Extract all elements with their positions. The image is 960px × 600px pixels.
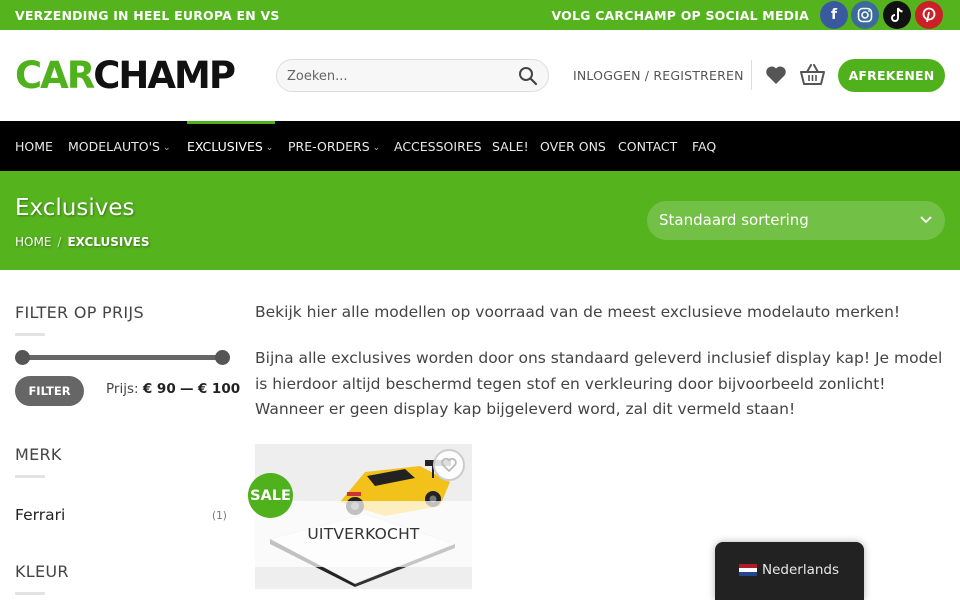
- checkout-button[interactable]: AFREKENEN: [838, 59, 945, 92]
- tiktok-icon[interactable]: [883, 1, 911, 29]
- price-range-label: Prijs: € 90 — € 100: [106, 381, 241, 397]
- sort-select-value: Standaard sortering: [659, 211, 809, 229]
- sort-select[interactable]: Standaard sortering: [647, 201, 945, 240]
- section-divider: [15, 475, 45, 478]
- site-header: CARCHAMP INLOGGEN / REGISTREREN AFREKENE…: [0, 30, 960, 121]
- nav-item-over-ons[interactable]: OVER ONS: [540, 139, 606, 154]
- shipping-notice: VERZENDING IN HEEL EUROPA EN VS: [15, 8, 280, 23]
- section-divider: [15, 333, 45, 336]
- header-divider: [751, 60, 752, 90]
- price-slider-min-handle[interactable]: [15, 350, 30, 365]
- breadcrumb-home[interactable]: HOME: [15, 235, 51, 249]
- top-bar: VERZENDING IN HEEL EUROPA EN VS VOLG CAR…: [0, 0, 960, 30]
- brand-item-ferrari[interactable]: Ferrari: [15, 506, 65, 524]
- breadcrumb-separator: /: [57, 235, 62, 249]
- chevron-down-icon: ⌄: [162, 143, 171, 153]
- search-icon[interactable]: [518, 66, 538, 86]
- instagram-icon[interactable]: [851, 1, 879, 29]
- netherlands-flag-icon: [739, 564, 757, 576]
- add-to-wishlist-button[interactable]: [433, 449, 465, 481]
- login-register-link[interactable]: INLOGGEN / REGISTREREN: [573, 68, 744, 83]
- heart-icon: [441, 457, 457, 473]
- nav-item-sale[interactable]: SALE!: [492, 139, 529, 154]
- language-label: Nederlands: [762, 562, 840, 578]
- price-slider-max-handle[interactable]: [215, 350, 230, 365]
- sold-out-label: UITVERKOCHT: [307, 525, 420, 543]
- nav-item-contact[interactable]: CONTACT: [618, 139, 677, 154]
- carchamp-logo[interactable]: CARCHAMP: [15, 56, 236, 96]
- wishlist-heart-icon[interactable]: [765, 65, 787, 85]
- nav-item-home[interactable]: HOME: [15, 139, 53, 154]
- intro-text: Bekijk hier alle modellen op voorraad va…: [255, 303, 901, 321]
- section-divider: [15, 592, 45, 595]
- nav-item-exclusives[interactable]: EXCLUSIVES ⌄: [187, 139, 273, 154]
- chevron-down-icon: ⌄: [372, 143, 381, 153]
- price-slider-track[interactable]: [22, 355, 223, 360]
- category-banner: Exclusives HOME / EXCLUSIVES Standaard sor…: [0, 171, 960, 270]
- breadcrumb: HOME / EXCLUSIVES: [15, 235, 149, 249]
- pinterest-icon[interactable]: [915, 1, 943, 29]
- page-title: Exclusives: [15, 195, 135, 221]
- search-input[interactable]: [287, 66, 512, 86]
- chevron-down-icon: [920, 216, 932, 224]
- cart-basket-icon[interactable]: [800, 64, 825, 86]
- breadcrumb-current: EXCLUSIVES: [67, 235, 150, 249]
- color-filter-title: KLEUR: [15, 562, 69, 581]
- facebook-icon[interactable]: f: [820, 1, 848, 29]
- nav-item-pre-orders[interactable]: PRE-ORDERS ⌄: [288, 139, 380, 154]
- nav-item-modelautos[interactable]: MODELAUTO'S ⌄: [68, 139, 171, 154]
- nav-active-indicator: [187, 121, 275, 124]
- social-follow-text: VOLG CARCHAMP OP SOCIAL MEDIA: [551, 8, 809, 23]
- sale-badge: SALE: [248, 473, 293, 518]
- main-nav: HOME MODELAUTO'S ⌄ EXCLUSIVES ⌄ PRE-ORDERS…: [0, 121, 960, 171]
- filter-button[interactable]: FILTER: [15, 376, 84, 406]
- price-filter-title: FILTER OP PRIJS: [15, 303, 144, 322]
- language-switcher[interactable]: Nederlands: [715, 542, 864, 600]
- body-text: Bijna alle exclusives worden door ons st…: [255, 349, 943, 418]
- chevron-down-icon: ⌄: [265, 143, 274, 153]
- search-box: [276, 59, 549, 92]
- nav-item-faq[interactable]: FAQ: [692, 139, 716, 154]
- brand-count: (1): [212, 510, 227, 522]
- brand-filter-title: MERK: [15, 445, 62, 464]
- nav-item-accessoires[interactable]: ACCESSOIRES: [394, 139, 482, 154]
